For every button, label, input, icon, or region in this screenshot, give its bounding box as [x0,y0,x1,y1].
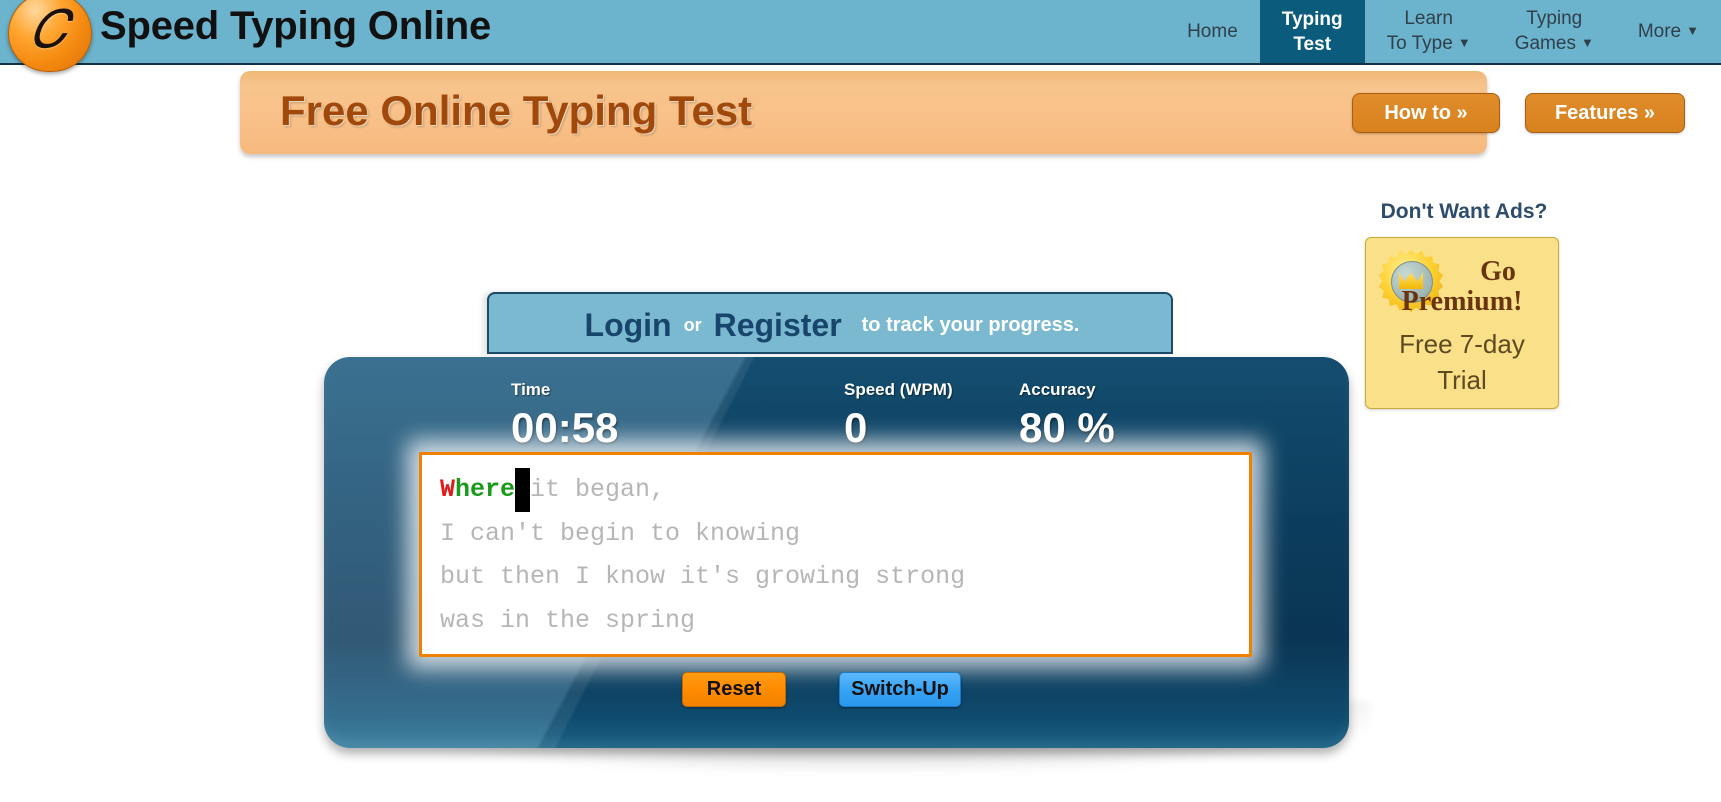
features-button[interactable]: Features » [1525,93,1685,133]
untyped-line-1: it began, [530,475,665,504]
stat-accuracy-label: Accuracy [1019,380,1115,400]
switch-up-button[interactable]: Switch-Up [839,672,961,707]
nav-item-learn-to-type-label-1: Learn [1404,6,1453,31]
nav-item-home[interactable]: Home [1165,0,1260,63]
untyped-line-4: was in the spring [440,606,695,635]
ad-heading: Don't Want Ads? [1369,200,1559,224]
text-cursor [515,468,530,512]
nav-item-more[interactable]: More▼ [1616,0,1721,63]
stat-accuracy-value: 80 % [1019,404,1115,452]
nav-item-home-label: Home [1187,19,1238,44]
chevron-down-icon: ▼ [1458,35,1471,50]
typing-input-area[interactable]: Where it began, I can't begin to knowing… [419,452,1252,657]
ad-go-label: Go [1448,256,1548,288]
typing-test-panel: Time 00:58 Speed (WPM) 0 Accuracy 80 % W… [324,357,1349,748]
chevron-down-icon: ▼ [1581,35,1594,50]
nav-item-typing-games-label-2: Games▼ [1515,31,1594,57]
go-premium-ad[interactable]: Go Premium! Free 7-day Trial [1365,237,1559,409]
nav-item-learn-to-type[interactable]: Learn To Type▼ [1365,0,1493,63]
site-title: Speed Typing Online [100,4,491,49]
reset-button[interactable]: Reset [682,672,786,707]
register-link[interactable]: Register [714,307,842,344]
chevron-down-icon: ▼ [1686,23,1699,38]
script-i-logo-icon: 𝐶 [8,0,90,70]
nav-item-typing-games-label-1: Typing [1526,6,1582,31]
nav-item-typing-games[interactable]: Typing Games▼ [1493,0,1616,63]
login-register-bar: Login or Register to track your progress… [487,292,1173,354]
untyped-line-3: but then I know it's growing strong [440,562,965,591]
nav-item-typing-test[interactable]: Typing Test [1260,0,1365,63]
typed-correct-text: here [455,475,515,504]
site-header: 𝐶 Speed Typing Online Home Typing Test L… [0,0,1721,65]
login-tail-text: to track your progress. [862,314,1080,337]
ad-premium-label: Premium! [1366,286,1558,318]
ad-trial-label: Free 7-day Trial [1378,326,1546,398]
stat-speed: Speed (WPM) 0 [844,380,953,452]
main-navigation: Home Typing Test Learn To Type▼ Typing G… [1165,0,1721,63]
stats-row: Time 00:58 Speed (WPM) 0 Accuracy 80 % [324,357,1349,452]
login-link[interactable]: Login [585,307,672,344]
nav-item-typing-test-label-1: Typing [1282,7,1343,32]
stat-accuracy: Accuracy 80 % [1019,380,1115,452]
login-or-text: or [684,315,702,336]
panel-button-row: Reset Switch-Up [324,672,1349,712]
page-banner: Free Online Typing Test How to » Feature… [240,71,1487,154]
typed-error-text: W [440,475,455,504]
untyped-line-2: I can't begin to knowing [440,519,800,548]
typing-text-content: Where it began, I can't begin to knowing… [440,468,1240,642]
stat-time: Time 00:58 [511,380,618,452]
page-title: Free Online Typing Test [280,87,752,135]
login-register-line: Login or Register to track your progress… [489,294,1175,356]
stat-speed-label: Speed (WPM) [844,380,953,400]
site-logo[interactable]: 𝐶 [8,0,98,74]
how-to-button[interactable]: How to » [1352,93,1500,133]
nav-item-more-label: More▼ [1638,19,1699,45]
stat-time-label: Time [511,380,618,400]
stat-speed-value: 0 [844,404,953,452]
stat-time-value: 00:58 [511,404,618,452]
nav-item-typing-test-label-2: Test [1293,32,1331,57]
nav-item-learn-to-type-label-2: To Type▼ [1387,31,1471,57]
